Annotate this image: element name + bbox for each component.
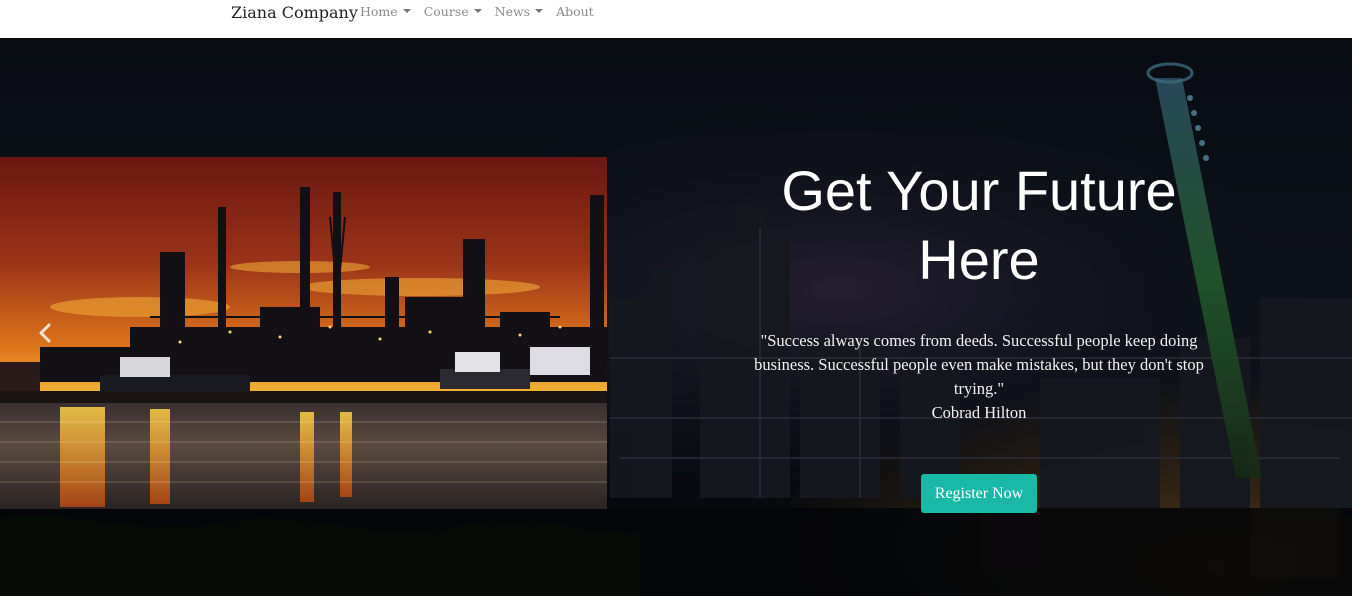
hero-title: Get Your Future Here — [781, 159, 1177, 291]
nav-item-news[interactable]: News — [494, 4, 544, 20]
caret-down-icon — [535, 9, 544, 13]
carousel — [0, 157, 607, 509]
caret-down-icon — [473, 9, 482, 13]
hero-text-block: Get Your Future Here "Success always com… — [740, 156, 1218, 425]
navbar: Ziana Company Home Course News About — [0, 0, 1352, 38]
nav-item-label: News — [494, 4, 531, 19]
nav-item-course[interactable]: Course — [424, 4, 482, 20]
carousel-refinery-image — [0, 157, 607, 509]
hero-quote: "Success always comes from deeds. Succes… — [754, 331, 1204, 398]
brand-link[interactable]: Ziana Company — [231, 3, 358, 23]
chevron-left-icon[interactable] — [34, 321, 56, 345]
quote-author: Cobrad Hilton — [931, 403, 1027, 422]
caret-down-icon — [402, 9, 411, 13]
hero-section: Get Your Future Here "Success always com… — [0, 38, 1352, 596]
nav-item-label: Course — [423, 4, 469, 19]
nav-item-label: Home — [360, 4, 398, 19]
register-now-button[interactable]: Register Now — [921, 474, 1037, 513]
nav-item-home[interactable]: Home — [360, 4, 411, 20]
nav-item-label: About — [556, 4, 594, 19]
nav-item-about[interactable]: About — [556, 4, 594, 20]
nav-menu: Home Course News About — [360, 4, 594, 20]
